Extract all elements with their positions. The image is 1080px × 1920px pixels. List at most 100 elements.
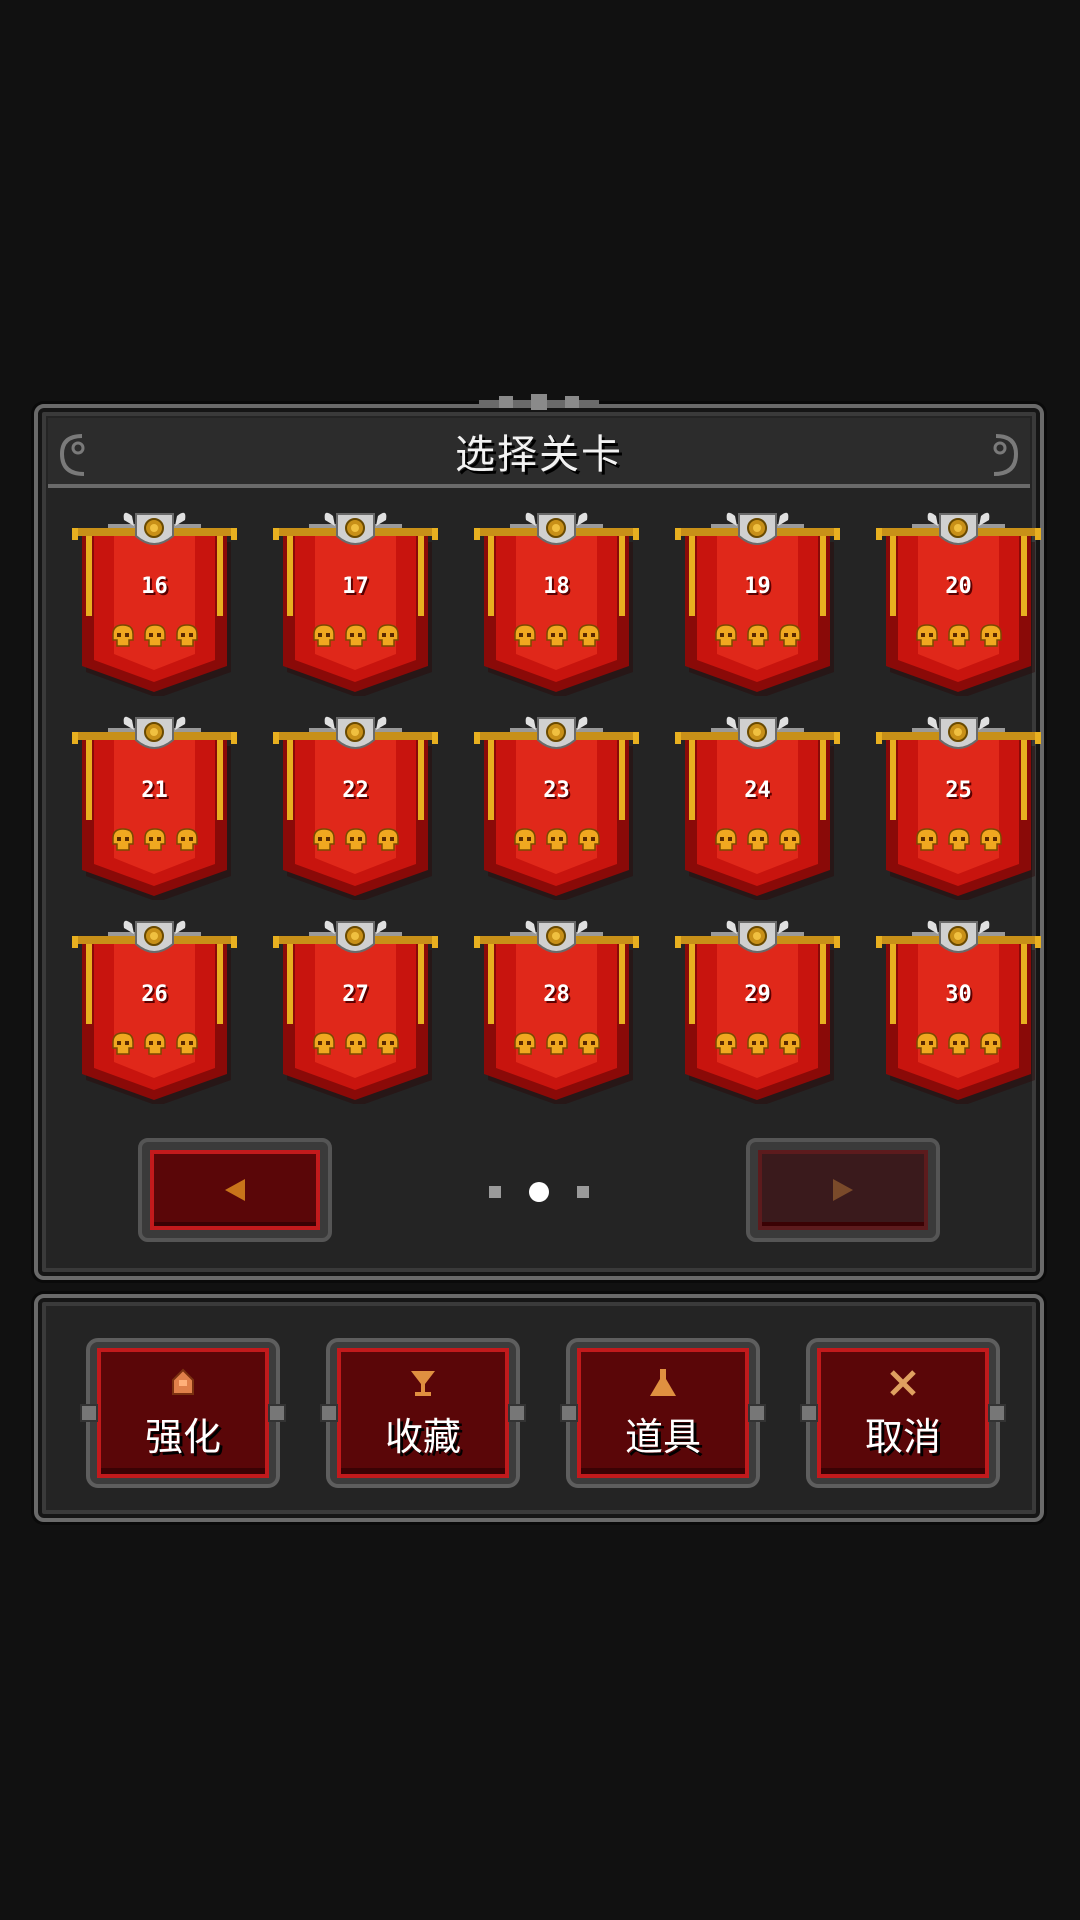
skull-star-icon xyxy=(778,828,801,851)
level-button[interactable]: 16 xyxy=(54,506,255,710)
skull-star-icon xyxy=(577,1032,600,1055)
level-button[interactable]: 22 xyxy=(255,710,456,914)
level-banner-icon xyxy=(876,920,1041,1104)
level-button[interactable]: 28 xyxy=(456,914,657,1118)
page-dot[interactable] xyxy=(489,1186,501,1198)
skull-star-icon xyxy=(545,828,568,851)
level-number: 24 xyxy=(744,778,771,803)
action-panel: 强化 收藏 道具 取消 xyxy=(34,1294,1044,1522)
level-button[interactable]: 26 xyxy=(54,914,255,1118)
skull-star-icon xyxy=(143,828,166,851)
skull-star-icon xyxy=(111,624,134,647)
level-select-panel: 选择关卡 16 17 18 19 20 21 22 23 24 25 26 27… xyxy=(34,394,1044,1280)
level-rating xyxy=(54,826,255,854)
corner-ornament-icon xyxy=(59,434,85,476)
level-button[interactable]: 19 xyxy=(657,506,858,710)
prev-page-button[interactable] xyxy=(138,1138,332,1242)
skull-star-icon xyxy=(312,1032,335,1055)
level-number: 22 xyxy=(342,778,369,803)
level-banner-icon xyxy=(72,512,237,696)
level-rating xyxy=(456,826,657,854)
trophy-cup-icon xyxy=(411,1370,435,1396)
skull-star-icon xyxy=(111,1032,134,1055)
level-banner-icon xyxy=(675,716,840,900)
skull-star-icon xyxy=(143,624,166,647)
items-button[interactable]: 道具 xyxy=(560,1338,766,1488)
level-number: 21 xyxy=(141,778,168,803)
page-indicator xyxy=(489,1182,589,1202)
top-ornament-icon xyxy=(479,394,599,410)
level-number: 27 xyxy=(342,982,369,1007)
level-button[interactable]: 17 xyxy=(255,506,456,710)
level-banner-icon xyxy=(474,716,639,900)
level-button[interactable]: 29 xyxy=(657,914,858,1118)
level-number: 16 xyxy=(141,574,168,599)
potion-flask-icon xyxy=(650,1368,676,1396)
skull-star-icon xyxy=(778,1032,801,1055)
skull-star-icon xyxy=(312,828,335,851)
level-rating xyxy=(255,826,456,854)
skull-star-icon xyxy=(376,828,399,851)
skull-star-icon xyxy=(175,828,198,851)
level-button[interactable]: 24 xyxy=(657,710,858,914)
level-banner-icon xyxy=(273,716,438,900)
level-banner-icon xyxy=(876,716,1041,900)
level-number: 23 xyxy=(543,778,570,803)
level-rating xyxy=(657,622,858,650)
skull-star-icon xyxy=(979,1032,1002,1055)
skull-star-icon xyxy=(111,828,134,851)
cancel-button[interactable]: 取消 xyxy=(800,1338,1006,1488)
skull-star-icon xyxy=(577,624,600,647)
collection-button[interactable]: 收藏 xyxy=(320,1338,526,1488)
page-dot[interactable] xyxy=(577,1186,589,1198)
level-banner-icon xyxy=(273,920,438,1104)
arrow-right-icon xyxy=(833,1179,853,1201)
skull-star-icon xyxy=(545,624,568,647)
skull-star-icon xyxy=(577,828,600,851)
next-page-button[interactable] xyxy=(746,1138,940,1242)
level-number: 18 xyxy=(543,574,570,599)
level-button[interactable]: 18 xyxy=(456,506,657,710)
skull-star-icon xyxy=(746,624,769,647)
skull-star-icon xyxy=(947,1032,970,1055)
skull-star-icon xyxy=(947,624,970,647)
skull-star-icon xyxy=(947,828,970,851)
skull-star-icon xyxy=(714,1032,737,1055)
level-number: 30 xyxy=(945,982,972,1007)
pager xyxy=(38,1138,1040,1242)
level-number: 28 xyxy=(543,982,570,1007)
skull-star-icon xyxy=(746,828,769,851)
level-banner-icon xyxy=(876,512,1041,696)
skull-star-icon xyxy=(778,624,801,647)
close-icon xyxy=(890,1369,916,1396)
level-rating xyxy=(456,1030,657,1058)
items-label: 道具 xyxy=(624,1414,701,1459)
level-banner-icon xyxy=(273,512,438,696)
arrow-left-icon xyxy=(225,1179,245,1201)
skull-star-icon xyxy=(714,828,737,851)
skull-star-icon xyxy=(746,1032,769,1055)
level-button[interactable]: 23 xyxy=(456,710,657,914)
page-dot-active[interactable] xyxy=(529,1182,549,1202)
level-rating xyxy=(858,622,1059,650)
level-button[interactable]: 25 xyxy=(858,710,1059,914)
skull-star-icon xyxy=(175,1032,198,1055)
level-grid: 16 17 18 19 20 21 22 23 24 25 26 27 28 2… xyxy=(54,506,1041,1118)
corner-ornament-icon xyxy=(993,434,1019,476)
level-number: 29 xyxy=(744,982,771,1007)
level-rating xyxy=(456,622,657,650)
skull-star-icon xyxy=(979,624,1002,647)
level-rating xyxy=(255,1030,456,1058)
skull-star-icon xyxy=(915,624,938,647)
upgrade-button[interactable]: 强化 xyxy=(80,1338,286,1488)
skull-star-icon xyxy=(714,624,737,647)
skull-star-icon xyxy=(376,1032,399,1055)
level-button[interactable]: 30 xyxy=(858,914,1059,1118)
skull-star-icon xyxy=(344,1032,367,1055)
skull-star-icon xyxy=(979,828,1002,851)
skull-star-icon xyxy=(513,1032,536,1055)
level-button[interactable]: 21 xyxy=(54,710,255,914)
level-button[interactable]: 20 xyxy=(858,506,1059,710)
level-button[interactable]: 27 xyxy=(255,914,456,1118)
level-number: 25 xyxy=(945,778,972,803)
